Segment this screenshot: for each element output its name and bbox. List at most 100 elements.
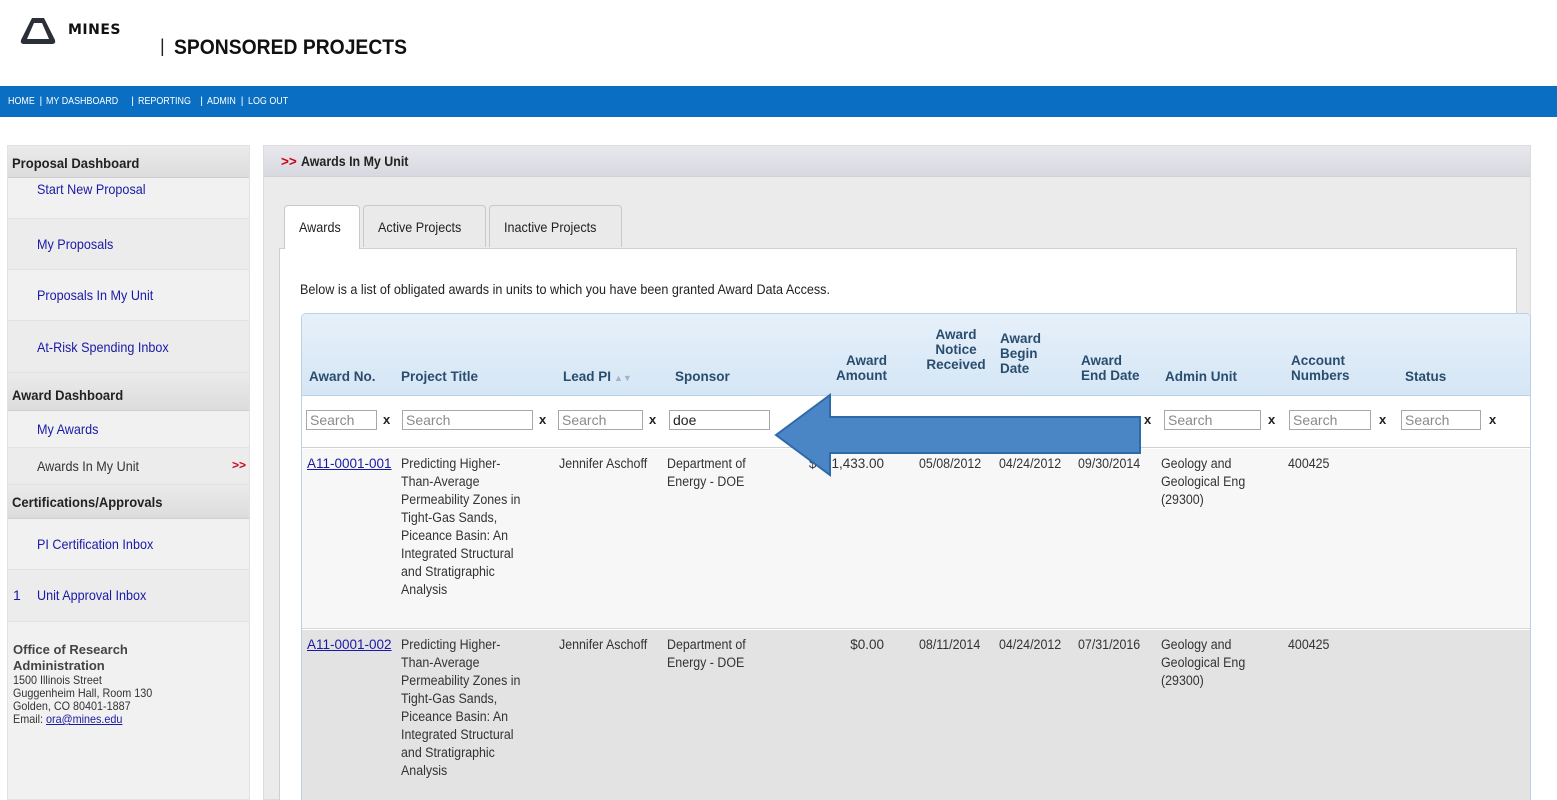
nav-link-log-out[interactable]: LOG OUT bbox=[248, 95, 288, 107]
logo-text: MINES bbox=[68, 22, 122, 38]
nav-links: HOME | MY DASHBOARD | REPORTING | ADMIN | LOG OU… bbox=[8, 95, 295, 107]
account-numbers-cell: 400425 bbox=[1288, 456, 1330, 471]
col-lead-pi[interactable]: Lead PI ▲▼ bbox=[563, 369, 632, 386]
notice-received-cell: 08/11/2014 bbox=[919, 637, 981, 652]
top-navbar: HOME | MY DASHBOARD | REPORTING | ADMIN | LOG OU… bbox=[0, 86, 1557, 117]
certifications-approvals-heading: Certifications/Approvals bbox=[8, 485, 249, 519]
office-email-link[interactable]: ora@mines.edu bbox=[46, 712, 122, 726]
site-title: SPONSORED PROJECTS bbox=[174, 36, 407, 59]
filter-admin-unit-clear[interactable]: x bbox=[1268, 412, 1275, 427]
award-no-link[interactable]: A11-0001-002 bbox=[307, 637, 392, 652]
begin-date-cell: 04/24/2012 bbox=[999, 637, 1062, 652]
table-row: A11-0001-002 Predicting Higher- Than-Ave… bbox=[302, 630, 1530, 800]
proposal-dashboard-heading: Proposal Dashboard bbox=[8, 146, 249, 178]
nav-link-home[interactable]: HOME bbox=[8, 95, 35, 107]
unit-approval-count: 1 bbox=[13, 587, 21, 603]
awards-table: Award No. Project Title Lead PI ▲▼ Sponso… bbox=[301, 313, 1531, 800]
lead-pi-cell: Jennifer Aschoff bbox=[559, 637, 648, 652]
col-sponsor[interactable]: Sponsor bbox=[675, 369, 730, 384]
title-separator: | bbox=[160, 36, 165, 56]
admin-unit-cell: Geology and Geological Eng (29300) bbox=[1161, 456, 1246, 507]
nav-separator: | bbox=[200, 95, 203, 107]
nav-link-admin[interactable]: ADMIN bbox=[207, 95, 236, 107]
nav-link-reporting[interactable]: REPORTING bbox=[138, 95, 191, 107]
filter-project-title-clear[interactable]: x bbox=[539, 412, 546, 427]
intro-text: Below is a list of obligated awards in u… bbox=[300, 281, 830, 297]
sidebar: Proposal Dashboard Start New Proposal My… bbox=[7, 145, 250, 800]
admin-unit-cell: Geology and Geological Eng (29300) bbox=[1161, 637, 1246, 688]
filter-end-date-clear[interactable]: x bbox=[1144, 412, 1151, 427]
award-amount-cell: $771,433.00 bbox=[808, 456, 884, 471]
office-contact: Office of Research Administration 1500 I… bbox=[8, 622, 249, 726]
mines-logo-icon[interactable] bbox=[18, 16, 58, 46]
section-title: Awards In My Unit bbox=[300, 154, 409, 169]
nav-link-my-dashboard[interactable]: MY DASHBOARD bbox=[46, 95, 118, 107]
awards-in-my-unit-item[interactable]: Awards In My Unit >> bbox=[8, 448, 249, 485]
filter-sponsor-input[interactable] bbox=[669, 410, 770, 430]
tab-active-projects[interactable]: Active Projects bbox=[363, 205, 487, 247]
award-no-link[interactable]: A11-0001-001 bbox=[307, 456, 392, 471]
active-item-marker: >> bbox=[231, 458, 246, 472]
col-end-date[interactable]: Award End Date bbox=[1081, 353, 1140, 383]
breadcrumb-marker: >> bbox=[281, 154, 297, 169]
col-account-numbers[interactable]: Account Numbers bbox=[1291, 353, 1350, 383]
account-numbers-cell: 400425 bbox=[1288, 637, 1330, 652]
filter-admin-unit-input[interactable] bbox=[1164, 410, 1261, 430]
filter-lead-pi-input[interactable] bbox=[558, 410, 643, 430]
office-email-line: Email: ora@mines.edu bbox=[13, 713, 225, 726]
office-name-line2: Administration bbox=[13, 658, 105, 673]
my-awards-link[interactable]: My Awards bbox=[8, 411, 249, 448]
end-date-cell: 07/31/2016 bbox=[1078, 637, 1141, 652]
award-dashboard-heading: Award Dashboard bbox=[8, 373, 249, 411]
at-risk-spending-inbox-link[interactable]: At-Risk Spending Inbox bbox=[8, 321, 249, 373]
col-status[interactable]: Status bbox=[1405, 369, 1446, 384]
nav-separator: | bbox=[39, 95, 43, 107]
table-row: A11-0001-001 Predicting Higher- Than-Ave… bbox=[302, 449, 1530, 629]
awards-panel: Below is a list of obligated awards in u… bbox=[279, 248, 1531, 800]
proposals-in-my-unit-link[interactable]: Proposals In My Unit bbox=[8, 270, 249, 321]
col-notice-received[interactable]: Award Notice Received bbox=[921, 327, 991, 372]
filter-status-input[interactable] bbox=[1401, 410, 1481, 430]
pi-certification-inbox-link[interactable]: PI Certification Inbox bbox=[8, 519, 249, 570]
filter-status-clear[interactable]: x bbox=[1489, 412, 1496, 427]
filter-project-title-input[interactable] bbox=[402, 410, 533, 430]
award-no-cell: A11-0001-001 bbox=[307, 455, 392, 473]
col-admin-unit[interactable]: Admin Unit bbox=[1165, 369, 1237, 384]
site-header: MINES | SPONSORED PROJECTS bbox=[0, 0, 1557, 86]
notice-received-cell: 05/08/2012 bbox=[919, 456, 982, 471]
tab-awards[interactable]: Awards bbox=[284, 205, 361, 249]
filter-lead-pi-clear[interactable]: x bbox=[649, 412, 656, 427]
begin-date-cell: 04/24/2012 bbox=[999, 456, 1062, 471]
award-no-cell: A11-0001-002 bbox=[307, 636, 392, 654]
end-date-cell: 09/30/2014 bbox=[1078, 456, 1141, 471]
unit-approval-inbox-link[interactable]: 1 Unit Approval Inbox bbox=[8, 570, 249, 622]
start-new-proposal-link[interactable]: Start New Proposal bbox=[8, 178, 249, 219]
filter-award-no-clear[interactable]: x bbox=[383, 412, 390, 427]
lead-pi-cell: Jennifer Aschoff bbox=[559, 456, 648, 471]
table-header: Award No. Project Title Lead PI ▲▼ Sponso… bbox=[302, 314, 1530, 396]
tab-inactive-projects[interactable]: Inactive Projects bbox=[489, 205, 622, 247]
filter-account-numbers-clear[interactable]: x bbox=[1379, 412, 1386, 427]
filter-award-no-input[interactable] bbox=[306, 410, 377, 430]
col-award-no[interactable]: Award No. bbox=[309, 369, 376, 384]
main-content: >> Awards In My Unit Awards Active Projec… bbox=[263, 145, 1531, 800]
sponsor-cell: Department of Energy - DOE bbox=[667, 456, 746, 489]
col-begin-date[interactable]: Award Begin Date bbox=[1000, 331, 1041, 376]
nav-separator: | bbox=[240, 95, 244, 107]
email-label: Email: bbox=[13, 712, 44, 726]
award-amount-cell: $0.00 bbox=[850, 637, 884, 652]
col-award-amount[interactable]: Award Amount bbox=[807, 353, 887, 383]
filter-account-numbers-input[interactable] bbox=[1289, 410, 1371, 430]
project-title-cell: Predicting Higher- Than-Average Permeabi… bbox=[401, 456, 521, 597]
my-proposals-link[interactable]: My Proposals bbox=[8, 219, 249, 270]
office-name-line1: Office of Research bbox=[13, 642, 128, 657]
col-project-title[interactable]: Project Title bbox=[401, 369, 478, 384]
awards-in-my-unit-label: Awards In My Unit bbox=[37, 458, 140, 474]
sponsor-cell: Department of Energy - DOE bbox=[667, 637, 746, 670]
tab-bar: Awards Active Projects Inactive Projects bbox=[284, 205, 625, 249]
project-title-cell: Predicting Higher- Than-Average Permeabi… bbox=[401, 637, 521, 778]
filter-row: x x x x x x x bbox=[302, 397, 1530, 448]
sort-ascending-icon[interactable]: ▲▼ bbox=[614, 371, 632, 386]
section-header: >> Awards In My Unit bbox=[264, 146, 1530, 177]
nav-separator: | bbox=[131, 95, 134, 107]
